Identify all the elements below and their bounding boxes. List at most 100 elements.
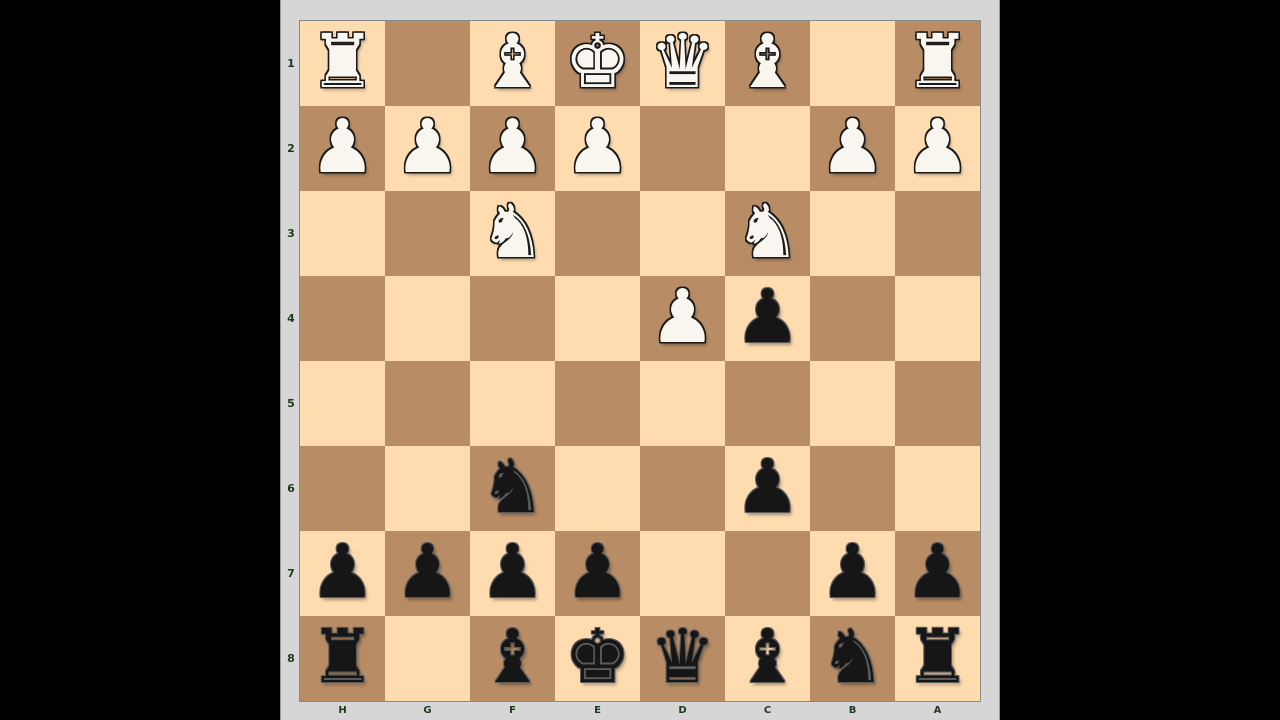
black-rook-icon[interactable]: ♜ [309, 620, 375, 694]
square-f1[interactable]: ♝ [470, 21, 555, 106]
square-g4[interactable] [385, 276, 470, 361]
square-d5[interactable] [640, 361, 725, 446]
file-label: B [848, 705, 857, 716]
square-g7[interactable]: ♟ [385, 531, 470, 616]
square-a1[interactable]: ♜ [895, 21, 980, 106]
square-e5[interactable] [555, 361, 640, 446]
square-d2[interactable] [640, 106, 725, 191]
black-knight-icon[interactable]: ♞ [819, 620, 885, 694]
square-g3[interactable] [385, 191, 470, 276]
square-d3[interactable] [640, 191, 725, 276]
square-h4[interactable] [300, 276, 385, 361]
white-king-icon[interactable]: ♚ [564, 25, 630, 99]
black-pawn-icon[interactable]: ♟ [479, 535, 545, 609]
square-a4[interactable] [895, 276, 980, 361]
square-c5[interactable] [725, 361, 810, 446]
white-bishop-icon[interactable]: ♝ [479, 25, 545, 99]
square-e4[interactable] [555, 276, 640, 361]
black-bishop-icon[interactable]: ♝ [734, 620, 800, 694]
square-a2[interactable]: ♟ [895, 106, 980, 191]
square-b3[interactable] [810, 191, 895, 276]
square-a6[interactable] [895, 446, 980, 531]
square-a7[interactable]: ♟ [895, 531, 980, 616]
square-e6[interactable] [555, 446, 640, 531]
black-king-icon[interactable]: ♚ [564, 620, 630, 694]
square-c2[interactable] [725, 106, 810, 191]
square-g5[interactable] [385, 361, 470, 446]
square-g2[interactable]: ♟ [385, 106, 470, 191]
square-c8[interactable]: ♝ [725, 616, 810, 701]
square-g8[interactable] [385, 616, 470, 701]
square-f2[interactable]: ♟ [470, 106, 555, 191]
rank-label: 1 [287, 57, 295, 70]
square-f8[interactable]: ♝ [470, 616, 555, 701]
black-pawn-icon[interactable]: ♟ [904, 535, 970, 609]
white-pawn-icon[interactable]: ♟ [649, 280, 715, 354]
white-pawn-icon[interactable]: ♟ [309, 110, 375, 184]
white-pawn-icon[interactable]: ♟ [819, 110, 885, 184]
square-a5[interactable] [895, 361, 980, 446]
square-e7[interactable]: ♟ [555, 531, 640, 616]
square-h7[interactable]: ♟ [300, 531, 385, 616]
white-rook-icon[interactable]: ♜ [904, 25, 970, 99]
square-c1[interactable]: ♝ [725, 21, 810, 106]
black-pawn-icon[interactable]: ♟ [564, 535, 630, 609]
white-knight-icon[interactable]: ♞ [734, 195, 800, 269]
square-f5[interactable] [470, 361, 555, 446]
square-d1[interactable]: ♛ [640, 21, 725, 106]
square-b5[interactable] [810, 361, 895, 446]
square-g1[interactable] [385, 21, 470, 106]
square-d7[interactable] [640, 531, 725, 616]
white-pawn-icon[interactable]: ♟ [394, 110, 460, 184]
black-bishop-icon[interactable]: ♝ [479, 620, 545, 694]
square-f6[interactable]: ♞ [470, 446, 555, 531]
square-c6[interactable]: ♟ [725, 446, 810, 531]
square-b2[interactable]: ♟ [810, 106, 895, 191]
file-labels: HGFEDCBA [300, 701, 980, 720]
black-pawn-icon[interactable]: ♟ [309, 535, 375, 609]
black-knight-icon[interactable]: ♞ [479, 450, 545, 524]
white-rook-icon[interactable]: ♜ [309, 25, 375, 99]
black-rook-icon[interactable]: ♜ [904, 620, 970, 694]
square-h2[interactable]: ♟ [300, 106, 385, 191]
square-c7[interactable] [725, 531, 810, 616]
white-pawn-icon[interactable]: ♟ [904, 110, 970, 184]
square-f7[interactable]: ♟ [470, 531, 555, 616]
black-queen-icon[interactable]: ♛ [649, 620, 715, 694]
square-b7[interactable]: ♟ [810, 531, 895, 616]
square-g6[interactable] [385, 446, 470, 531]
rank-label: 7 [287, 567, 295, 580]
square-b8[interactable]: ♞ [810, 616, 895, 701]
white-bishop-icon[interactable]: ♝ [734, 25, 800, 99]
square-d6[interactable] [640, 446, 725, 531]
black-pawn-icon[interactable]: ♟ [734, 280, 800, 354]
square-h8[interactable]: ♜ [300, 616, 385, 701]
square-b4[interactable] [810, 276, 895, 361]
square-e3[interactable] [555, 191, 640, 276]
square-h5[interactable] [300, 361, 385, 446]
square-f3[interactable]: ♞ [470, 191, 555, 276]
square-f4[interactable] [470, 276, 555, 361]
white-pawn-icon[interactable]: ♟ [564, 110, 630, 184]
square-a3[interactable] [895, 191, 980, 276]
square-c3[interactable]: ♞ [725, 191, 810, 276]
white-knight-icon[interactable]: ♞ [479, 195, 545, 269]
black-pawn-icon[interactable]: ♟ [734, 450, 800, 524]
square-a8[interactable]: ♜ [895, 616, 980, 701]
black-pawn-icon[interactable]: ♟ [394, 535, 460, 609]
white-pawn-icon[interactable]: ♟ [479, 110, 545, 184]
square-h6[interactable] [300, 446, 385, 531]
square-d8[interactable]: ♛ [640, 616, 725, 701]
square-b1[interactable] [810, 21, 895, 106]
square-h3[interactable] [300, 191, 385, 276]
square-e2[interactable]: ♟ [555, 106, 640, 191]
black-pawn-icon[interactable]: ♟ [819, 535, 885, 609]
chess-board[interactable]: ♜ ♝ ♚ ♛ ♝ ♜ ♟ ♟ ♟ ♟ ♟ ♟ ♞ ♞ ♟ ♟ ♞ ♟ ♟ ♟ ♟ ♟ ♟ ♟ ♜ ♝ ♚ ♛ ♝ ♞ ♜ [300, 21, 980, 701]
square-h1[interactable]: ♜ [300, 21, 385, 106]
white-queen-icon[interactable]: ♛ [649, 25, 715, 99]
square-e1[interactable]: ♚ [555, 21, 640, 106]
square-c4[interactable]: ♟ [725, 276, 810, 361]
square-e8[interactable]: ♚ [555, 616, 640, 701]
square-d4[interactable]: ♟ [640, 276, 725, 361]
square-b6[interactable] [810, 446, 895, 531]
